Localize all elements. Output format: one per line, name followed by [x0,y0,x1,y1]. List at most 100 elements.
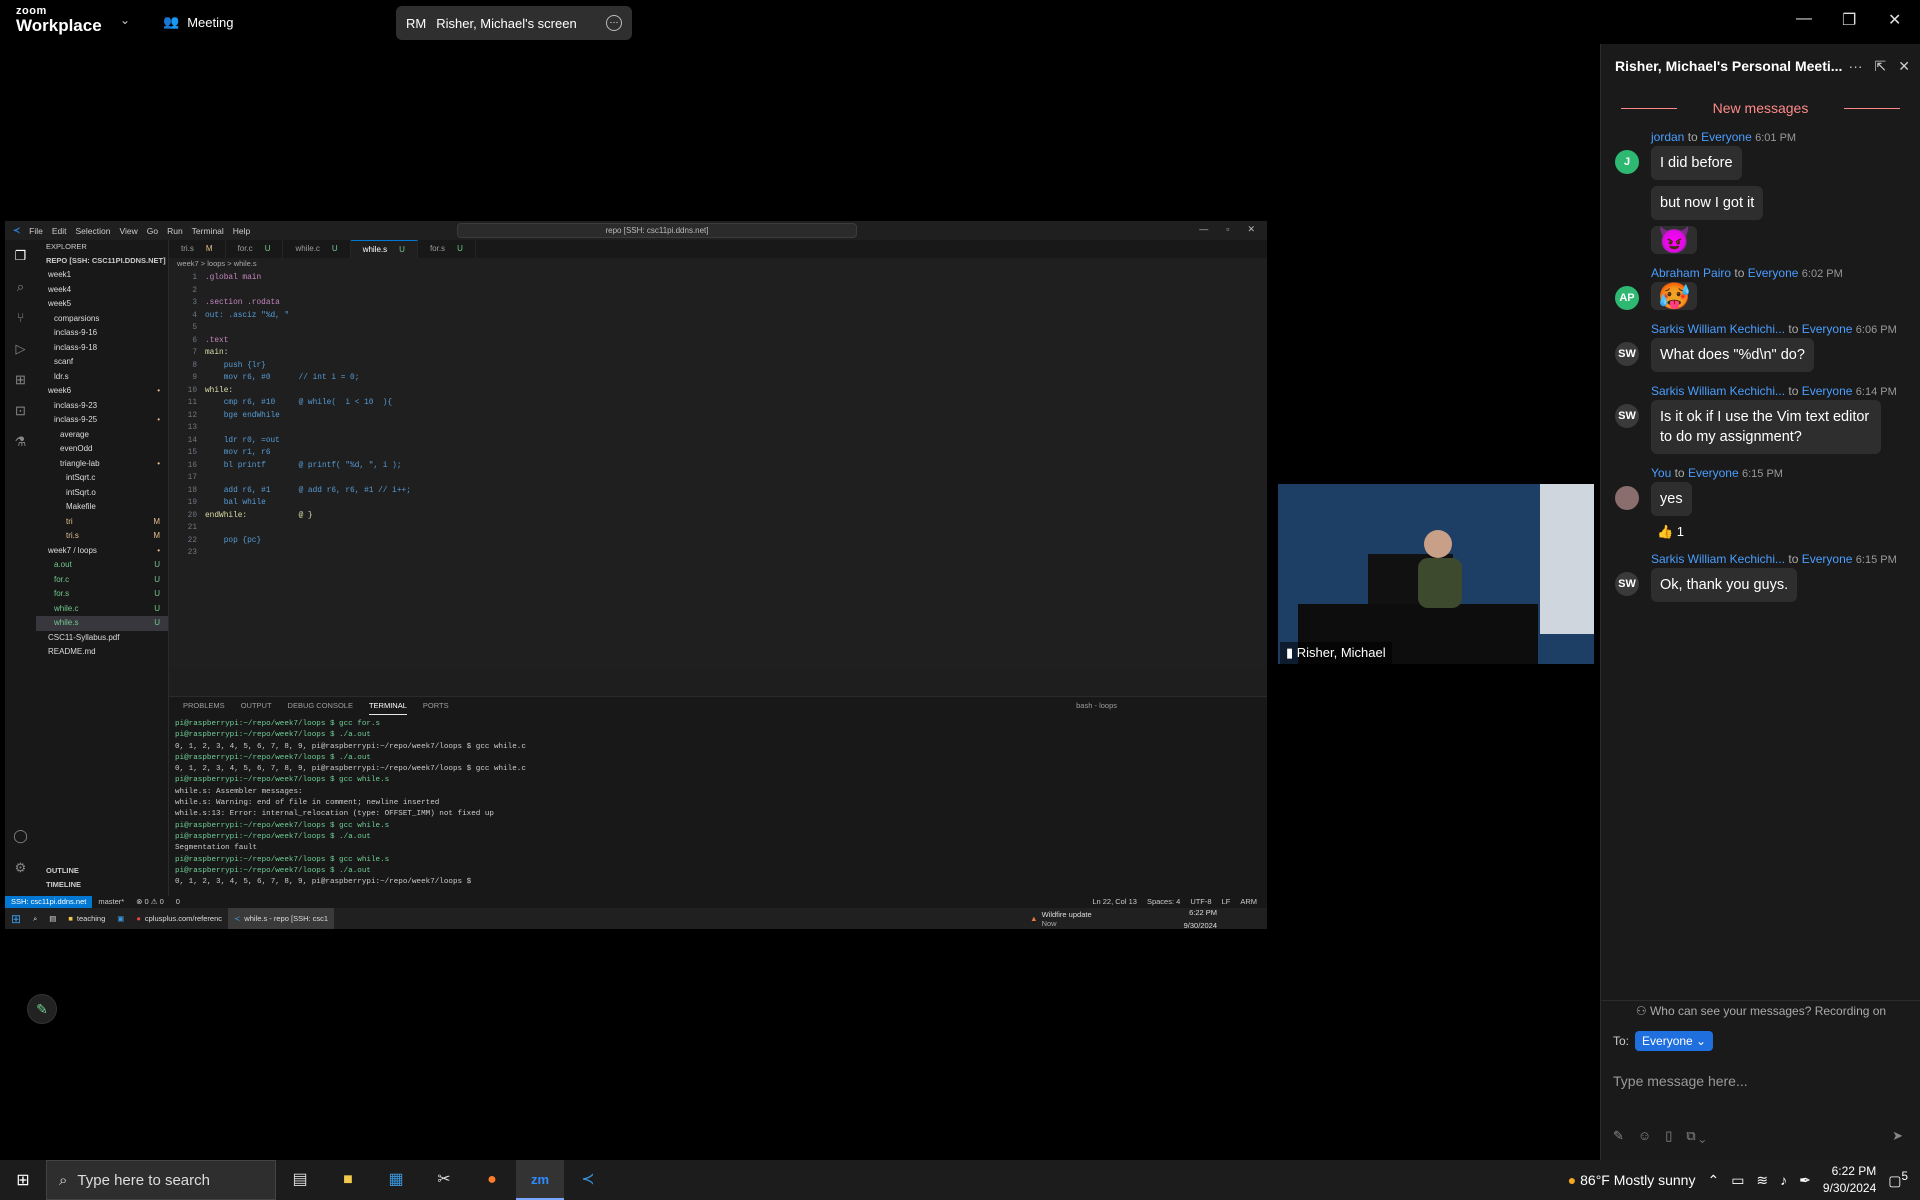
emoji-icon[interactable]: ☺ [1638,1128,1651,1144]
workplace-chevron-down-icon[interactable]: ⌄ [120,13,130,27]
pop-out-icon[interactable]: ⇱ [1875,58,1887,75]
file-tree-item[interactable]: triangle-lab • [36,457,168,472]
tab-debug-console[interactable]: DEBUG CONSOLE [288,697,353,715]
editor-tab[interactable]: while.c U [283,240,351,258]
battery-icon[interactable]: ▭ [1731,1172,1744,1189]
chat-more-icon[interactable]: ··· [1849,58,1863,75]
share-more-icon[interactable]: ··· [606,15,622,31]
vscode-close-icon[interactable]: ✕ [1247,224,1255,235]
meeting-tab[interactable]: 👥 Meeting [163,14,233,30]
notifications-icon[interactable]: ▢5 [1888,1170,1908,1190]
timeline-section[interactable]: TIMELINE [36,878,81,892]
tab-problems[interactable]: PROBLEMS [183,697,225,715]
file-tree-item[interactable]: average [36,428,168,443]
file-tree-item[interactable]: week7 / loops • [36,544,168,559]
testing-icon[interactable]: ⚗ [5,426,36,457]
sender-name[interactable]: Abraham Pairo [1651,266,1731,280]
file-tree-item[interactable]: Makefile [36,500,168,515]
file-tree-item[interactable]: tri M [36,515,168,530]
vscode-maximize-icon[interactable]: ▫ [1226,224,1229,235]
screenshot-icon[interactable]: ⧉ ⌄ [1686,1128,1705,1144]
file-tree-item[interactable]: comparsions [36,312,168,327]
file-tree-item[interactable]: week6 • [36,384,168,399]
file-tree-item[interactable]: inclass-9-25 • [36,413,168,428]
ports-count[interactable]: 0 [170,896,186,908]
remote-indicator[interactable]: SSH: csc11pi.ddns.net [5,896,93,908]
message-bubble[interactable]: What does "%d\n" do? [1651,338,1814,372]
sender-name[interactable]: jordan [1651,130,1684,144]
file-tree-item[interactable]: scanf [36,355,168,370]
file-tree-item[interactable]: week5 [36,297,168,312]
target-name[interactable]: Everyone [1802,552,1853,566]
file-tree-item[interactable]: intSqrt.c [36,471,168,486]
file-tree-item[interactable]: for.s U [36,587,168,602]
remote-item-browser[interactable]: ● cplusplus.com/referenc [130,914,228,923]
tab-output[interactable]: OUTPUT [241,697,272,715]
firefox-icon[interactable]: ● [468,1160,516,1200]
task-view-icon[interactable]: ▤ [276,1160,324,1200]
format-icon[interactable]: ✎ [1613,1128,1624,1144]
menu-go[interactable]: Go [147,226,158,236]
file-tree-item[interactable]: inclass-9-23 [36,399,168,414]
menu-edit[interactable]: Edit [52,226,67,236]
sender-name[interactable]: Sarkis William Kechichi... [1651,322,1785,336]
send-icon[interactable]: ➤ [1892,1128,1903,1144]
close-icon[interactable]: ✕ [1888,10,1901,30]
file-tree-item[interactable]: tri.s M [36,529,168,544]
menu-selection[interactable]: Selection [75,226,110,236]
speaker-video[interactable]: ▮ Risher, Michael [1278,484,1594,664]
file-tree-item[interactable]: README.md [36,645,168,660]
weather-widget[interactable]: ● 86°F Mostly sunny [1568,1172,1696,1188]
file-tree-item[interactable]: while.s U [36,616,168,631]
remote-start-icon[interactable]: ⊞ [5,912,27,926]
remote-clock[interactable]: 6:22 PM 9/30/2024 [1178,908,1267,930]
encoding[interactable]: UTF-8 [1190,896,1211,908]
remote-taskview-icon[interactable]: ▤ [43,914,62,923]
reaction-thumbs-up[interactable]: 👍 1 [1657,524,1920,540]
taskbar-clock[interactable]: 6:22 PM 9/30/2024 [1823,1163,1876,1197]
editor-tab[interactable]: for.s U [418,240,476,258]
message-bubble[interactable]: but now I got it [1651,186,1764,220]
calculator-icon[interactable]: ▦ [372,1160,420,1200]
problems-count[interactable]: ⊗ 0 ⚠ 0 [130,896,170,908]
file-tree-item[interactable]: while.c U [36,602,168,617]
terminal-output[interactable]: pi@raspberrypi:~/repo/week7/loops $ gcc … [175,719,526,888]
snipping-tool-icon[interactable]: ✂ [420,1160,468,1200]
recipient-dropdown[interactable]: Everyone ⌄ [1635,1031,1714,1051]
wifi-icon[interactable]: ≋ [1756,1172,1768,1189]
settings-gear-icon[interactable]: ⚙ [5,852,36,883]
menu-run[interactable]: Run [167,226,183,236]
indentation[interactable]: Spaces: 4 [1147,896,1180,908]
vscode-taskbar-icon[interactable]: ≺ [564,1160,612,1200]
target-name[interactable]: Everyone [1688,466,1739,480]
account-icon[interactable]: ◯ [5,820,36,851]
message-bubble[interactable]: I did before [1651,146,1742,180]
menu-help[interactable]: Help [233,226,250,236]
screen-share-indicator[interactable]: RM Risher, Michael's screen ··· [396,6,632,40]
visibility-notice[interactable]: ⚇ Who can see your messages? Recording o… [1601,1001,1920,1021]
file-tree-item[interactable]: ldr.s [36,370,168,385]
target-name[interactable]: Everyone [1802,384,1853,398]
remote-item-teaching[interactable]: ■ teaching [62,914,111,923]
windows-start-icon[interactable]: ⊞ [0,1170,46,1190]
code-editor[interactable]: 1 .global main 2 3 .section .rodata 4 out: .as… [169,272,411,560]
repo-label[interactable]: REPO [SSH: CSC11PI.DDNS.NET] [36,254,168,268]
target-name[interactable]: Everyone [1748,266,1799,280]
menu-file[interactable]: File [29,226,43,236]
pen-icon[interactable]: ✒ [1799,1172,1811,1189]
message-input[interactable] [1613,1071,1903,1091]
editor-tab[interactable]: tri.s M [169,240,226,258]
file-explorer-icon[interactable]: ■ [324,1160,372,1200]
remote-item-vscode[interactable]: ≺ while.s - repo [SSH: csc1 [228,908,335,929]
file-tree-item[interactable]: for.c U [36,573,168,588]
vscode-minimize-icon[interactable]: — [1199,224,1208,235]
editor-tab[interactable]: while.s U [350,240,418,258]
file-tree-item[interactable]: week1 [36,268,168,283]
source-control-icon[interactable]: ⑂ [5,302,36,333]
remote-search-icon[interactable]: ⌕ [27,914,43,924]
message-bubble[interactable]: Ok, thank you guys. [1651,568,1798,602]
zoom-icon[interactable]: zm [516,1160,564,1200]
terminal-name[interactable]: bash - loops [1076,697,1267,715]
emoji-bubble[interactable]: 🥵 [1651,282,1698,310]
minimize-icon[interactable]: — [1796,10,1812,28]
